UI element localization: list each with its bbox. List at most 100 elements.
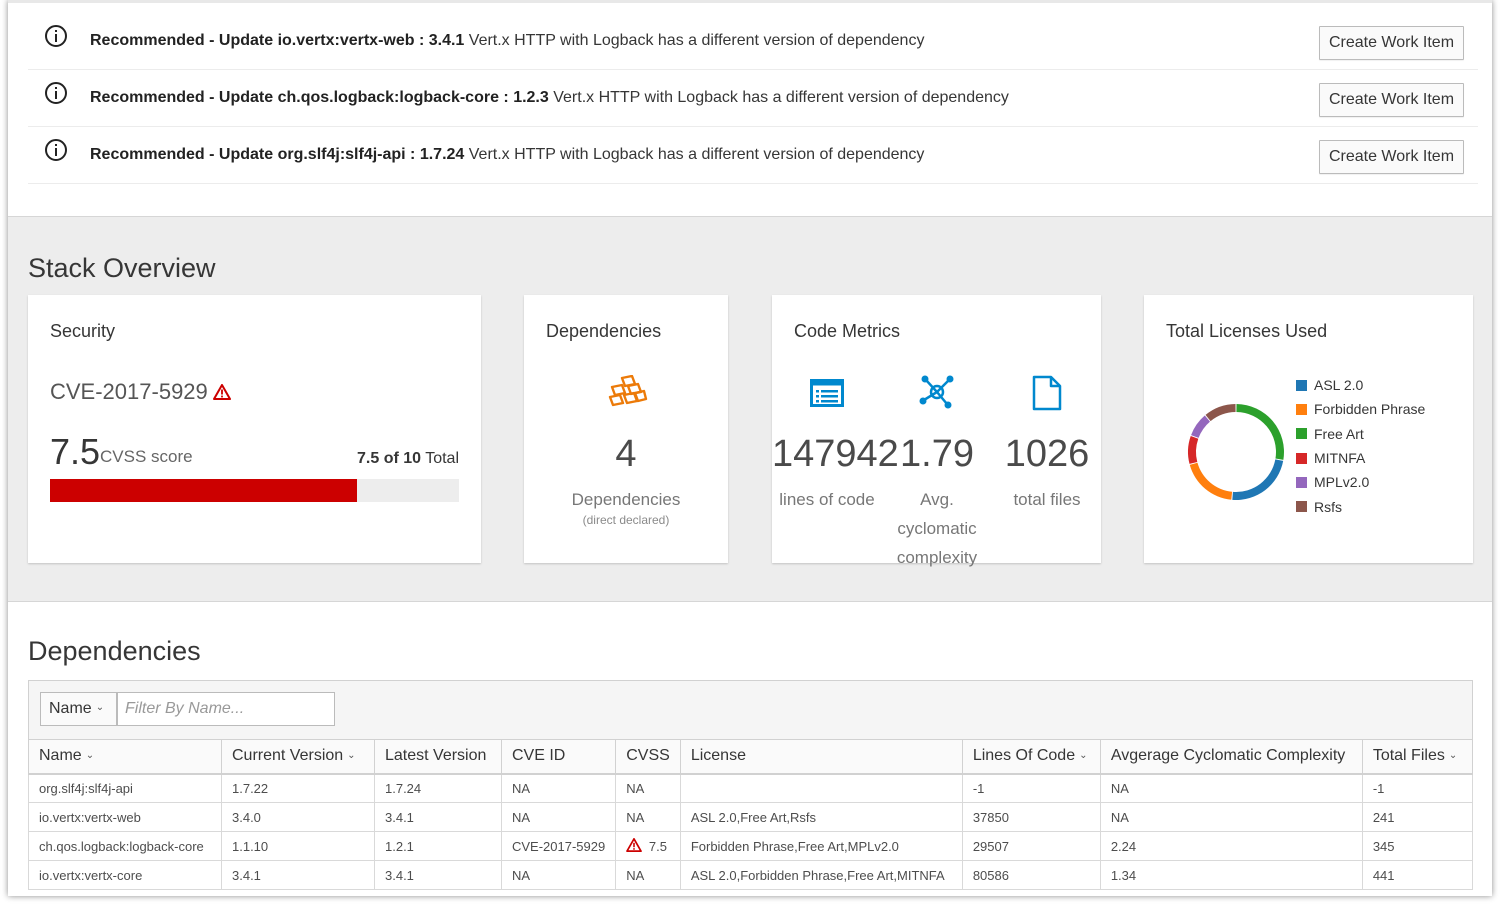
- total-files-value: 1026: [1004, 433, 1090, 475]
- cell-license: Forbidden Phrase,Free Art,MPLv2.0: [679, 831, 963, 861]
- recommendation-text: Recommended - Update ch.qos.logback:logb…: [90, 89, 1009, 106]
- complexity-value: 1.79: [900, 433, 974, 475]
- column-header-cvss[interactable]: CVSS: [615, 739, 681, 775]
- cvss-progress-fill: [50, 479, 357, 502]
- column-header-license[interactable]: License: [679, 739, 963, 775]
- column-header-total-files[interactable]: Total Files ⌄: [1361, 739, 1474, 775]
- cve-id: CVE-2017-5929: [50, 379, 231, 405]
- legend-item: ASL 2.0: [1296, 373, 1425, 397]
- info-icon: [45, 25, 67, 47]
- cubes-icon: [608, 375, 648, 407]
- recommendation-row: Recommended - Update ch.qos.logback:logb…: [28, 70, 1478, 127]
- cell-latest-version: 1.7.24: [374, 773, 502, 803]
- table-row: io.vertx:vertx-web 3.4.0 3.4.1 NA NA ASL…: [28, 802, 1474, 832]
- filter-toolbar: Name ⌄: [28, 680, 1473, 740]
- cell-latest-version: 3.4.1: [374, 860, 502, 890]
- cell-complexity: NA: [1099, 802, 1363, 832]
- recommendation-row: Recommended - Update io.vertx:vertx-web …: [28, 13, 1478, 70]
- cell-cvss: NA: [615, 860, 681, 890]
- cell-name: org.slf4j:slf4j-api: [28, 773, 222, 803]
- donut-slice-mitnfa: [1188, 436, 1199, 464]
- create-work-item-button[interactable]: Create Work Item: [1319, 140, 1464, 174]
- dependencies-card: Dependencies 4 Dependencies (direct decl…: [524, 295, 728, 563]
- licenses-legend: ASL 2.0 Forbidden Phrase Free Art MITNFA MPL…: [1296, 373, 1425, 519]
- legend-item: Rsfs: [1296, 494, 1425, 518]
- cell-name: io.vertx:vertx-web: [28, 802, 222, 832]
- cell-latest-version: 3.4.1: [374, 802, 502, 832]
- column-header-name[interactable]: Name ⌄: [28, 739, 222, 775]
- cell-complexity: NA: [1099, 773, 1363, 803]
- chevron-down-icon: ⌄: [1448, 750, 1458, 762]
- cell-lines-of-code: 80586: [961, 860, 1101, 890]
- lines-of-code-label: lines of code: [779, 490, 875, 509]
- legend-label: ASL 2.0: [1314, 377, 1364, 394]
- cell-complexity: 2.24: [1099, 831, 1363, 861]
- recommendation-row: Recommended - Update org.slf4j:slf4j-api…: [28, 127, 1478, 184]
- dependencies-title: Dependencies: [28, 636, 201, 666]
- licenses-card-title: Total Licenses Used: [1166, 321, 1328, 341]
- column-header-current-version[interactable]: Current Version ⌄: [221, 739, 375, 775]
- legend-swatch: [1296, 428, 1307, 440]
- cell-cvss: NA: [615, 773, 681, 803]
- recommendation-text: Recommended - Update org.slf4j:slf4j-api…: [90, 146, 925, 163]
- donut-slice-free-art: [1236, 404, 1284, 460]
- dependency-count-sublabel: (direct declared): [582, 513, 670, 527]
- cell-name: ch.qos.logback:logback-core: [28, 831, 222, 861]
- warning-icon: [626, 838, 643, 852]
- warning-icon: [212, 384, 231, 400]
- cell-lines-of-code: 37850: [961, 802, 1101, 832]
- cell-license: ASL 2.0,Free Art,Rsfs: [679, 802, 963, 832]
- cell-current-version: 3.4.0: [221, 802, 375, 832]
- recommendations-panel: Recommended - Update io.vertx:vertx-web …: [8, 0, 1492, 216]
- column-header-latest-version[interactable]: Latest Version: [374, 739, 502, 775]
- column-header-lines-of-code[interactable]: Lines Of Code ⌄: [961, 739, 1101, 775]
- filter-field-dropdown[interactable]: Name ⌄: [40, 692, 117, 726]
- cell-cve-id: NA: [500, 860, 617, 890]
- chevron-down-icon: ⌄: [1079, 750, 1088, 762]
- network-icon: [919, 375, 954, 409]
- legend-label: Free Art: [1314, 425, 1364, 442]
- chevron-down-icon: ⌄: [347, 750, 356, 762]
- stack-overview-title: Stack Overview: [28, 253, 216, 283]
- security-card: Security CVE-2017-5929 7.5 CVSS score 7.…: [28, 295, 481, 563]
- cell-lines-of-code: 29507: [961, 831, 1101, 861]
- dependency-count-label: Dependencies: [571, 490, 681, 509]
- legend-item: Free Art: [1296, 422, 1425, 446]
- chevron-down-icon: ⌄: [85, 750, 95, 762]
- code-metrics-card-title: Code Metrics: [794, 321, 901, 341]
- create-work-item-button[interactable]: Create Work Item: [1319, 83, 1464, 117]
- legend-label: MITNFA: [1314, 450, 1366, 467]
- legend-swatch: [1296, 452, 1307, 464]
- legend-label: Forbidden Phrase: [1314, 401, 1426, 418]
- security-card-title: Security: [50, 321, 116, 341]
- dependencies-table: Name ⌄ Current Version ⌄ Latest Version CV…: [28, 739, 1474, 890]
- app-frame: Recommended - Update io.vertx:vertx-web …: [8, 0, 1492, 896]
- legend-label: MPLv2.0: [1314, 474, 1370, 491]
- cell-latest-version: 1.2.1: [374, 831, 502, 861]
- cvss-score-value: 7.5: [50, 431, 101, 472]
- column-header-complexity[interactable]: Avgerage Cyclomatic Complexity: [1099, 739, 1363, 775]
- table-row: org.slf4j:slf4j-api 1.7.22 1.7.24 NA NA …: [28, 773, 1474, 803]
- filter-field-label: Name: [49, 700, 92, 717]
- recommendation-text: Recommended - Update io.vertx:vertx-web …: [90, 32, 925, 49]
- info-icon: [45, 139, 67, 161]
- cell-license: ASL 2.0,Forbidden Phrase,Free Art,MITNFA: [679, 860, 963, 890]
- list-icon: [810, 379, 844, 407]
- legend-item: Forbidden Phrase: [1296, 397, 1425, 421]
- table-row: ch.qos.logback:logback-core 1.1.10 1.2.1…: [28, 831, 1474, 861]
- donut-slice-mplv2-0: [1191, 415, 1210, 438]
- cell-current-version: 1.7.22: [221, 773, 375, 803]
- licenses-donut-chart: [1188, 404, 1284, 500]
- legend-swatch: [1296, 476, 1307, 488]
- cell-lines-of-code: -1: [961, 773, 1101, 803]
- code-metrics-card: Code Metrics 147942 lines of code 1.79 A…: [772, 295, 1101, 567]
- cell-total-files: -1: [1361, 773, 1474, 803]
- stack-overview-section: Stack Overview Security CVE-2017-5929 7.…: [8, 216, 1492, 602]
- complexity-label: Avg. cyclomatic complexity: [896, 490, 978, 567]
- create-work-item-button[interactable]: Create Work Item: [1319, 26, 1464, 60]
- column-header-cve-id[interactable]: CVE ID: [500, 739, 617, 775]
- cell-name: io.vertx:vertx-core: [28, 860, 222, 890]
- filter-input[interactable]: [117, 692, 335, 726]
- legend-swatch: [1296, 501, 1307, 513]
- dependency-count: 4: [615, 433, 637, 475]
